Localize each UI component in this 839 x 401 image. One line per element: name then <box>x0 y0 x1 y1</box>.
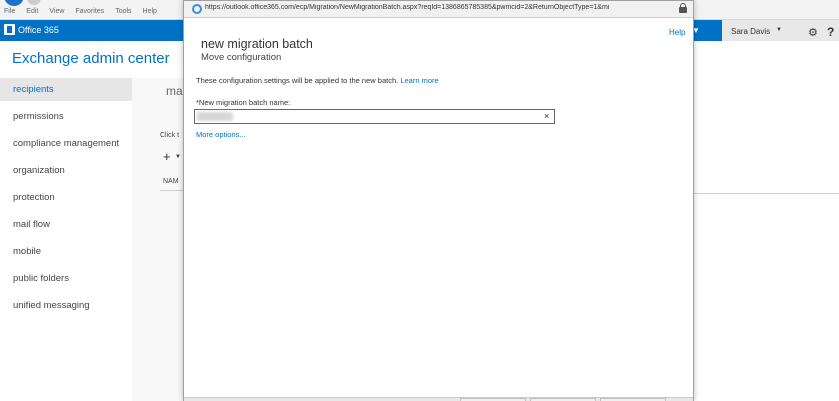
browser-tab-icon[interactable] <box>27 0 41 5</box>
learn-more-link[interactable]: Learn more <box>400 76 438 85</box>
popup-url: https://outlook.office365.com/ecp/Migrat… <box>205 4 610 11</box>
nav-item-public-folders[interactable]: public folders <box>0 267 132 294</box>
gear-icon[interactable]: ⚙ <box>808 26 818 39</box>
ie-page-icon <box>192 4 202 14</box>
menu-favorites[interactable]: Favorites <box>75 8 104 15</box>
page-title: Exchange admin center <box>12 50 170 67</box>
menu-edit[interactable]: Edit <box>26 8 38 15</box>
new-migration-batch-dialog: https://outlook.office365.com/ecp/Migrat… <box>183 0 694 401</box>
nav-item-organization[interactable]: organization <box>0 159 132 186</box>
chevron-down-icon[interactable]: ▼ <box>776 27 782 33</box>
menu-view[interactable]: View <box>49 8 64 15</box>
left-navigation: recipients permissions compliance manage… <box>0 78 132 321</box>
content-area <box>132 78 184 401</box>
user-name-button[interactable]: Sara Davis <box>731 27 770 36</box>
nav-item-protection[interactable]: protection <box>0 186 132 213</box>
nav-item-permissions[interactable]: permissions <box>0 105 132 132</box>
office-logo-icon <box>4 24 15 35</box>
dialog-description: These configuration settings will be app… <box>196 76 439 85</box>
nav-item-recipients[interactable]: recipients <box>0 78 132 101</box>
table-divider <box>694 193 839 194</box>
office365-brand-label: Office 365 <box>18 24 59 35</box>
popup-address-bar: https://outlook.office365.com/ecp/Migrat… <box>184 1 693 18</box>
nav-item-unified-messaging[interactable]: unified messaging <box>0 294 132 321</box>
menu-help[interactable]: Help <box>143 8 157 15</box>
office365-brand[interactable]: Office 365 <box>4 24 59 35</box>
dialog-title: new migration batch <box>201 37 313 51</box>
browser-logo-icon <box>4 0 24 6</box>
chevron-down-icon[interactable]: ▼ <box>175 154 181 160</box>
description-text: These configuration settings will be app… <box>196 76 399 85</box>
more-options-link[interactable]: More options... <box>196 130 246 139</box>
browser-menubar: File Edit View Favorites Tools Help <box>4 8 157 15</box>
table-divider <box>160 190 184 191</box>
help-icon[interactable]: ? <box>827 25 834 39</box>
nav-item-mobile[interactable]: mobile <box>0 240 132 267</box>
content-heading: ma <box>166 84 183 98</box>
column-header-name[interactable]: NAM <box>163 178 179 185</box>
nav-item-mail-flow[interactable]: mail flow <box>0 213 132 240</box>
input-redacted-text <box>197 112 233 121</box>
top-bar-menu-button[interactable]: ▼ <box>690 20 722 41</box>
dialog-subtitle: Move configuration <box>201 52 282 63</box>
instruction-text: Click t <box>160 132 180 139</box>
batch-name-label: *New migration batch name: <box>196 98 291 107</box>
close-icon[interactable]: × <box>544 111 549 121</box>
help-link[interactable]: Help <box>669 28 685 37</box>
batch-name-input[interactable] <box>194 109 555 124</box>
nav-item-compliance-management[interactable]: compliance management <box>0 132 132 159</box>
menu-file[interactable]: File <box>4 8 15 15</box>
add-icon[interactable]: + <box>163 149 171 164</box>
menu-tools[interactable]: Tools <box>115 8 131 15</box>
lock-icon[interactable] <box>679 3 687 14</box>
